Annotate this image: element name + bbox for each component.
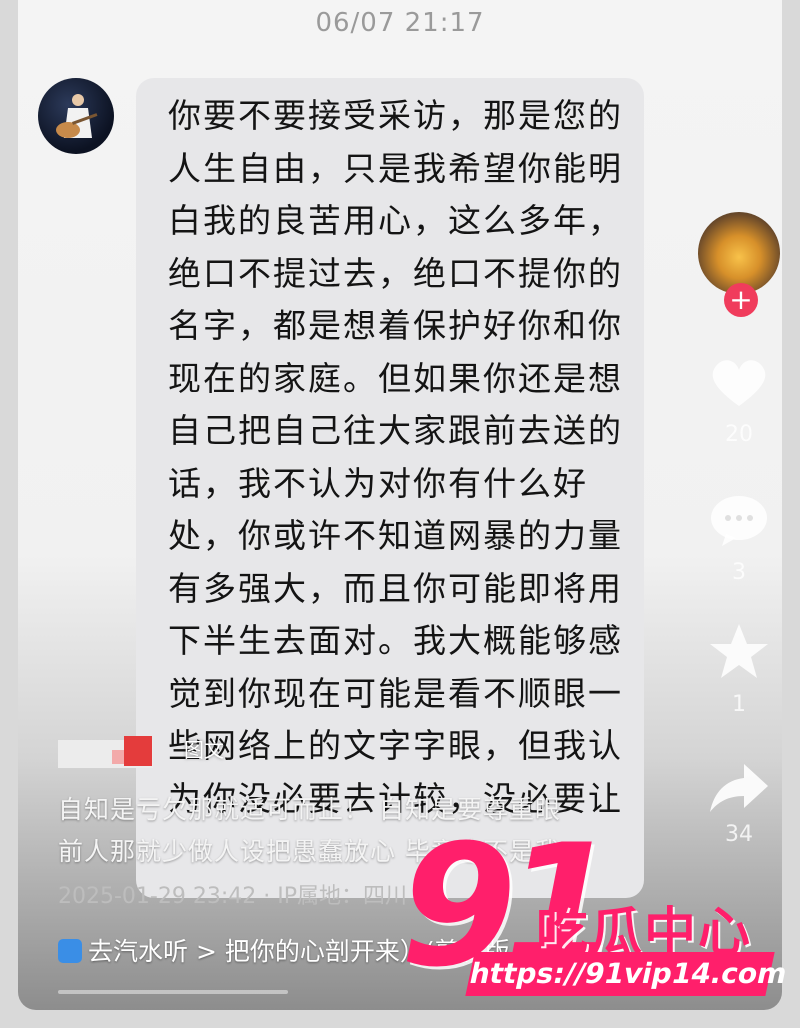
- watermark-url: https://91vip14.com: [465, 952, 790, 996]
- post-type-tag: 图文: [184, 738, 224, 762]
- message-line: 有多强大，而且你可能即将用: [168, 568, 623, 608]
- message-line: 绝口不提过去，绝口不提你的: [168, 253, 623, 293]
- comment-count: 3: [732, 560, 746, 585]
- qishui-music-icon: [58, 939, 82, 963]
- comment-icon[interactable]: [704, 490, 774, 550]
- message-line: 自己把自己往大家跟前去送的: [168, 411, 623, 450]
- favorite-count: 1: [732, 692, 746, 717]
- message-line: 话，我不认为对你有什么好: [168, 463, 588, 503]
- action-rail: + 20 3 1 34: [680, 0, 780, 1010]
- message-line: 觉到你现在可能是看不顺眼一: [168, 673, 623, 713]
- post-meta: 2025-01-29 23:42 · IP属地：四川: [58, 884, 407, 909]
- message-line: 人生自由，只是我希望你能明: [168, 148, 623, 188]
- message-timestamp: 06/07 21:17: [315, 8, 485, 38]
- message-line: 白我的良苦用心，这么多年，: [168, 201, 623, 240]
- pixelated-username: [124, 736, 152, 766]
- message-line: 处，你或许不知道网暴的力量: [168, 516, 623, 555]
- share-icon[interactable]: [704, 758, 774, 818]
- message-line: 名字，都是想着保护好你和你: [168, 306, 623, 345]
- message-line: 下半生去面对。我大概能够感: [168, 621, 623, 660]
- progress-bar[interactable]: [58, 990, 288, 994]
- music-chip-label[interactable]: 去汽水听: [88, 937, 188, 966]
- star-icon[interactable]: [704, 622, 774, 682]
- heart-icon[interactable]: [704, 352, 774, 412]
- author-profile-avatar[interactable]: [698, 212, 780, 294]
- sender-avatar[interactable]: [38, 78, 114, 154]
- avatar-guitarist-image: [56, 94, 98, 138]
- message-line: 现在的家庭。但如果你还是想: [168, 358, 623, 398]
- message-line: 你要不要接受采访，那是您的: [168, 96, 623, 135]
- like-count: 20: [725, 422, 753, 447]
- follow-plus-icon[interactable]: +: [724, 283, 758, 317]
- share-count: 34: [725, 822, 753, 847]
- message-text: 你要不要接受采访，那是您的 人生自由，只是我希望你能明 白我的良苦用心，这么多年， 绝…: [168, 90, 628, 825]
- message-line: 些网络上的文字字眼，但我认: [168, 726, 623, 765]
